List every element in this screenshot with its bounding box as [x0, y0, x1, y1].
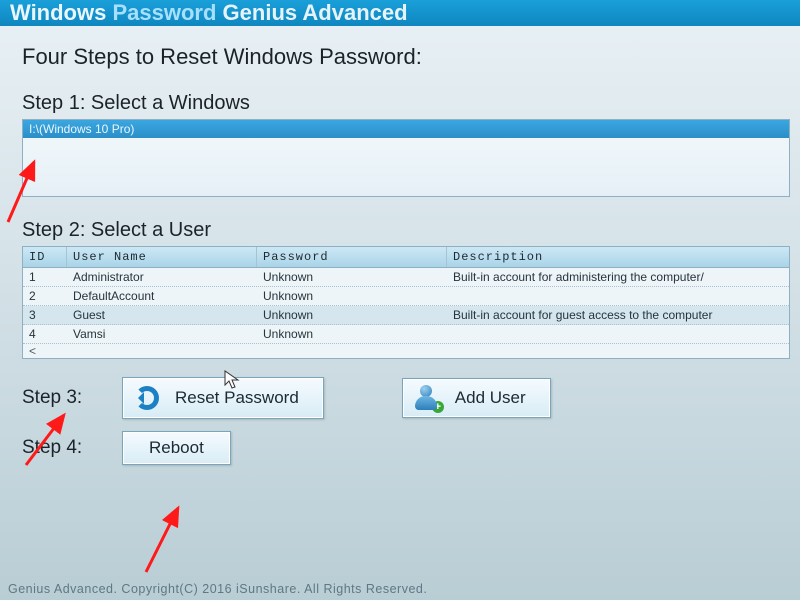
- annotation-arrow-1-icon: [0, 150, 66, 230]
- scroll-hint[interactable]: <: [23, 344, 789, 358]
- cell-user: DefaultAccount: [67, 287, 257, 305]
- table-row[interactable]: 2 DefaultAccount Unknown: [23, 287, 789, 306]
- cell-pass: Unknown: [257, 306, 447, 324]
- reset-password-label: Reset Password: [175, 388, 299, 408]
- refresh-icon: [133, 384, 161, 412]
- user-table[interactable]: ID User Name Password Description 1 Admi…: [22, 246, 790, 359]
- windows-list-item[interactable]: I:\(Windows 10 Pro): [23, 120, 789, 138]
- reboot-label: Reboot: [149, 438, 204, 458]
- reset-password-button[interactable]: Reset Password: [122, 377, 324, 419]
- cell-desc: [447, 287, 789, 305]
- cell-id: 1: [23, 268, 67, 286]
- annotation-arrow-3-icon: [138, 500, 208, 580]
- annotation-arrow-2-icon: [18, 405, 88, 475]
- user-table-header: ID User Name Password Description: [23, 247, 789, 268]
- title-word-2: Password: [112, 0, 216, 25]
- cell-pass: Unknown: [257, 268, 447, 286]
- cell-user: Administrator: [67, 268, 257, 286]
- cell-user: Vamsi: [67, 325, 257, 343]
- title-word-3: Genius Advanced: [223, 0, 408, 25]
- add-user-icon: +: [413, 385, 441, 411]
- footer-copyright: Genius Advanced. Copyright(C) 2016 iSuns…: [8, 582, 427, 596]
- page-heading: Four Steps to Reset Windows Password:: [22, 44, 790, 70]
- cell-desc: Built-in account for administering the c…: [447, 268, 789, 286]
- add-user-label: Add User: [455, 388, 526, 408]
- cell-pass: Unknown: [257, 287, 447, 305]
- col-desc[interactable]: Description: [447, 247, 789, 267]
- table-row[interactable]: 3 Guest Unknown Built-in account for gue…: [23, 306, 789, 325]
- step1-label: Step 1: Select a Windows: [22, 92, 790, 115]
- cell-id: 3: [23, 306, 67, 324]
- table-row[interactable]: 4 Vamsi Unknown: [23, 325, 789, 344]
- step2-label: Step 2: Select a User: [22, 219, 790, 242]
- cell-pass: Unknown: [257, 325, 447, 343]
- table-row[interactable]: 1 Administrator Unknown Built-in account…: [23, 268, 789, 287]
- add-user-button[interactable]: + Add User: [402, 378, 551, 418]
- title-word-1: Windows: [10, 0, 106, 25]
- windows-list[interactable]: I:\(Windows 10 Pro): [22, 119, 790, 197]
- cell-id: 4: [23, 325, 67, 343]
- cell-user: Guest: [67, 306, 257, 324]
- reboot-button[interactable]: Reboot: [122, 431, 231, 465]
- cell-desc: Built-in account for guest access to the…: [447, 306, 789, 324]
- app-titlebar: Windows Password Genius Advanced: [0, 0, 800, 26]
- cell-desc: [447, 325, 789, 343]
- col-id[interactable]: ID: [23, 247, 67, 267]
- col-pass[interactable]: Password: [257, 247, 447, 267]
- col-user[interactable]: User Name: [67, 247, 257, 267]
- cell-id: 2: [23, 287, 67, 305]
